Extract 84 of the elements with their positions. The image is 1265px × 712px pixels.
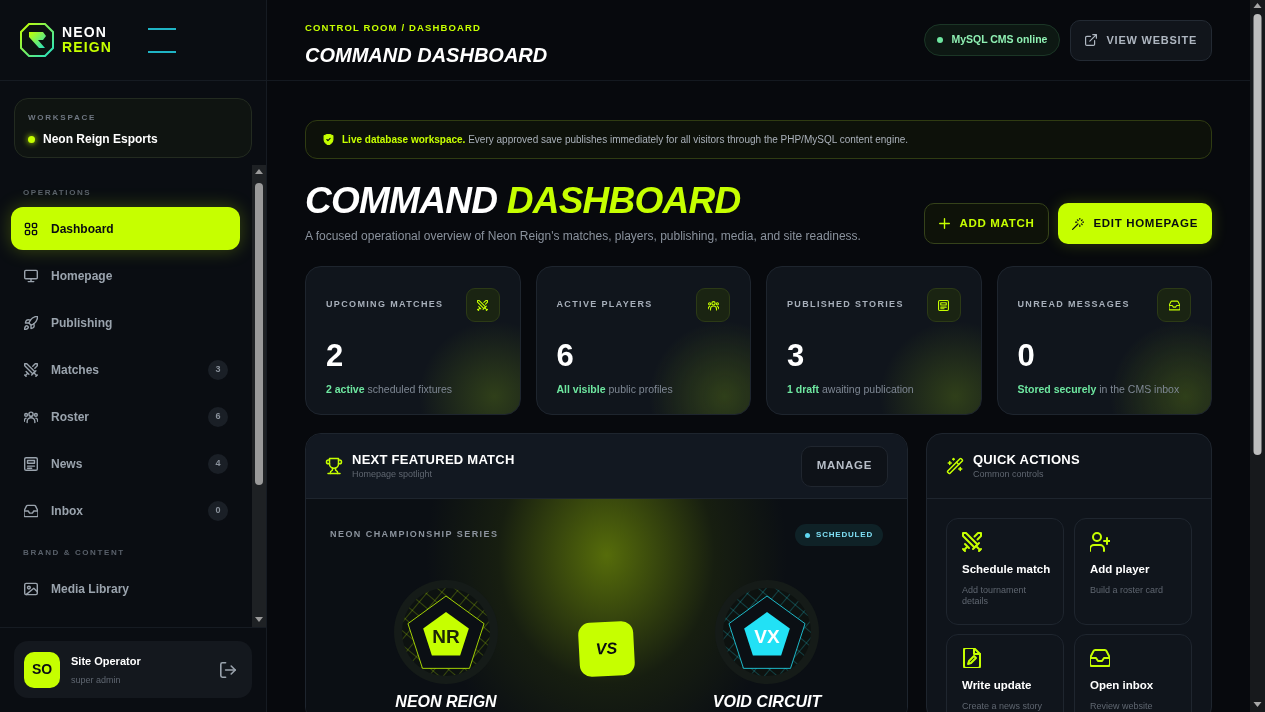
users-icon bbox=[24, 409, 38, 424]
status-text: MySQL CMS online bbox=[951, 32, 1048, 48]
user-avatar: SO bbox=[24, 651, 60, 688]
vs-badge: VS bbox=[577, 620, 636, 678]
card-title: QUICK ACTIONS bbox=[973, 452, 1080, 468]
workspace-label: WORKSPACE bbox=[28, 113, 98, 123]
newspaper-icon bbox=[926, 288, 961, 322]
scrollbar[interactable] bbox=[1250, 0, 1265, 712]
grid-icon bbox=[24, 221, 38, 236]
nav-item[interactable]: Homepage bbox=[11, 254, 240, 297]
count-badge: 0 bbox=[208, 500, 228, 521]
trophy-icon bbox=[325, 457, 343, 475]
add-match-button[interactable]: ADD MATCH bbox=[924, 203, 1050, 244]
stat-value: 0 bbox=[1017, 339, 1036, 373]
series-name: NEON CHAMPIONSHIP SERIES bbox=[330, 528, 499, 542]
team-abbreviation: VX bbox=[754, 627, 780, 647]
team-abbreviation: NR bbox=[432, 627, 460, 647]
stat-value: 3 bbox=[787, 339, 806, 373]
quick-action-button[interactable]: Open inbox Review website bbox=[1074, 634, 1192, 712]
users-icon bbox=[696, 288, 730, 322]
stat-value: 2 bbox=[326, 339, 345, 373]
newspaper-icon bbox=[24, 456, 38, 471]
section-label: OPERATIONS bbox=[22, 187, 93, 199]
stat-note: Stored securely in the CMS inbox bbox=[1017, 382, 1181, 396]
stat-label: UPCOMING MATCHES bbox=[326, 298, 444, 312]
breadcrumb: CONTROL ROOM / DASHBOARD bbox=[305, 22, 482, 34]
count-badge: 6 bbox=[208, 406, 228, 427]
image-icon bbox=[24, 581, 38, 596]
count-badge: 4 bbox=[208, 453, 228, 474]
nav-item[interactable]: Matches 3 bbox=[11, 348, 240, 391]
logo-icon bbox=[20, 23, 54, 57]
nav-item[interactable]: News 4 bbox=[11, 442, 240, 485]
stat-note: All visible public profiles bbox=[556, 382, 674, 396]
inbox-icon bbox=[1157, 288, 1191, 322]
crossed-swords-icon bbox=[24, 362, 38, 377]
card-title: NEXT FEATURED MATCH bbox=[352, 452, 515, 468]
stat-note: 1 draft awaiting publication bbox=[787, 382, 915, 396]
section-label: BRAND & CONTENT bbox=[22, 547, 126, 559]
notice-text: Live database workspace. Every approved save publishes immediately for all visitors through the PHP/MySQL content engine. bbox=[342, 133, 909, 147]
nav-item[interactable]: Roster 6 bbox=[11, 395, 240, 438]
count-badge: 3 bbox=[208, 359, 228, 380]
quick-action-button[interactable]: Schedule match Add tournament details bbox=[946, 518, 1064, 625]
logout-icon[interactable] bbox=[220, 661, 236, 678]
nav-item[interactable]: Media Library bbox=[11, 567, 240, 610]
file-pen-icon bbox=[962, 648, 982, 668]
user-role: super admin bbox=[71, 673, 122, 686]
nav-item[interactable]: Inbox 0 bbox=[11, 489, 240, 532]
edit-homepage-button[interactable]: EDIT HOMEPAGE bbox=[1058, 203, 1212, 244]
page-subtitle: A focused operational overview of Neon Reign's matches, players, publishing, media, and site readiness. bbox=[305, 229, 861, 244]
stat-label: UNREAD MESSAGES bbox=[1017, 298, 1130, 312]
wand-icon bbox=[1072, 217, 1085, 230]
crossed-swords-icon bbox=[962, 532, 982, 552]
card-subtitle: Homepage spotlight bbox=[352, 469, 434, 480]
external-link-icon bbox=[1085, 34, 1098, 46]
brand-name: NEON REIGN bbox=[62, 25, 112, 55]
magic-wand-icon bbox=[946, 457, 964, 475]
user-name: Site Operator bbox=[71, 653, 141, 668]
workspace-name: Neon Reign Esports bbox=[43, 132, 158, 146]
menu-icon[interactable] bbox=[147, 27, 176, 53]
status-text: SCHEDULED bbox=[816, 529, 873, 541]
scrollbar[interactable] bbox=[252, 165, 266, 627]
nav-item[interactable]: Publishing bbox=[11, 301, 240, 344]
view-website-button[interactable]: VIEW WEBSITE bbox=[1070, 19, 1212, 61]
stat-note: 2 active scheduled fixtures bbox=[326, 382, 454, 396]
manage-button[interactable]: MANAGE bbox=[800, 445, 888, 487]
team-name: VOID CIRCUIT bbox=[712, 692, 822, 711]
card-subtitle: Common controls bbox=[973, 469, 1045, 480]
plus-icon bbox=[939, 218, 951, 229]
stat-label: PUBLISHED STORIES bbox=[787, 298, 904, 312]
stat-label: ACTIVE PLAYERS bbox=[556, 298, 653, 312]
stat-value: 6 bbox=[556, 339, 575, 373]
monitor-icon bbox=[24, 268, 38, 283]
user-plus-icon bbox=[1090, 532, 1110, 552]
header-title: COMMAND DASHBOARD bbox=[305, 44, 548, 66]
quick-action-button[interactable]: Write update Create a news story bbox=[946, 634, 1064, 712]
team-name: NEON REIGN bbox=[395, 692, 497, 711]
shield-check-icon bbox=[323, 134, 334, 145]
rocket-icon bbox=[24, 315, 38, 330]
quick-action-button[interactable]: Add player Build a roster card bbox=[1074, 518, 1192, 625]
crossed-swords-icon bbox=[465, 288, 500, 322]
inbox-icon bbox=[1090, 648, 1110, 668]
page-title: COMMAND DASHBOARD bbox=[305, 181, 742, 221]
inbox-icon bbox=[24, 503, 38, 518]
nav-item[interactable]: Dashboard bbox=[11, 207, 240, 250]
